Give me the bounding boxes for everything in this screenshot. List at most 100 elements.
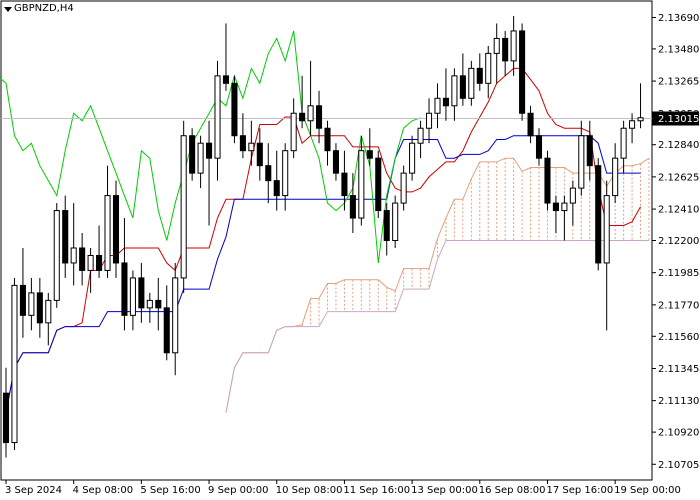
candle-bear bbox=[299, 112, 306, 122]
candle-bear bbox=[544, 157, 551, 204]
x-tick-label: 10 Sep 08:00 bbox=[276, 485, 343, 496]
x-tick-label: 17 Sep 16:00 bbox=[546, 485, 613, 496]
candle-bear bbox=[2, 392, 10, 444]
x-tick-label: 13 Sep 00:00 bbox=[411, 485, 478, 496]
current-price-tag-label: 2.13015 bbox=[658, 114, 699, 125]
candle-bear bbox=[341, 172, 348, 197]
candle-bear bbox=[79, 247, 86, 271]
candle-bull bbox=[45, 299, 52, 324]
y-tick-label: 2.12840 bbox=[658, 140, 699, 151]
candle-bull bbox=[214, 75, 221, 159]
candle-bear bbox=[519, 30, 526, 114]
candle-bull bbox=[425, 112, 433, 129]
candle-bull bbox=[358, 150, 365, 219]
y-tick-label: 2.11985 bbox=[658, 268, 699, 279]
candle-bear bbox=[96, 254, 103, 271]
candle-bear bbox=[62, 210, 69, 264]
y-tick-label: 2.12625 bbox=[658, 172, 699, 183]
x-tick-label: 16 Sep 08:00 bbox=[479, 485, 546, 496]
candle-bull bbox=[70, 247, 77, 264]
candle-bear bbox=[36, 292, 43, 324]
candle-bull bbox=[603, 195, 610, 264]
candle-bear bbox=[138, 277, 145, 309]
candle-bear bbox=[206, 142, 213, 159]
candle-bear bbox=[273, 180, 280, 197]
candle-bull bbox=[629, 120, 636, 129]
candle-bear bbox=[527, 112, 534, 137]
candle-bear bbox=[316, 105, 323, 129]
candle-bear bbox=[265, 165, 272, 182]
y-tick-label: 2.11770 bbox=[658, 300, 699, 311]
candle-bull bbox=[409, 142, 416, 174]
candle-bear bbox=[459, 75, 466, 99]
candle-bear bbox=[349, 195, 356, 219]
candle-bull bbox=[637, 117, 644, 122]
chart-container: 2.136902.134802.132652.130502.128402.126… bbox=[0, 0, 700, 500]
candle-bull bbox=[485, 52, 492, 84]
candle-bear bbox=[112, 195, 120, 264]
candle-bear bbox=[502, 37, 509, 62]
candle-bull bbox=[620, 127, 627, 159]
candle-bear bbox=[121, 262, 128, 316]
candle-bear bbox=[586, 135, 593, 167]
candle-bear bbox=[375, 157, 382, 212]
y-tick-label: 2.11345 bbox=[658, 364, 699, 375]
candle-bull bbox=[172, 277, 179, 354]
candle-bear bbox=[442, 97, 449, 107]
y-tick-label: 2.13265 bbox=[658, 77, 699, 88]
candle-bull bbox=[561, 202, 568, 212]
candle-bull bbox=[180, 135, 187, 279]
y-tick-label: 2.11560 bbox=[658, 332, 699, 343]
y-tick-label: 2.12200 bbox=[658, 236, 699, 247]
candle-bear bbox=[222, 75, 230, 84]
candle-bull bbox=[146, 299, 153, 309]
x-tick-label: 19 Sep 00:00 bbox=[614, 485, 681, 496]
candle-bull bbox=[417, 127, 424, 144]
candle-bull bbox=[87, 254, 94, 271]
senkou-span-a-line bbox=[225, 157, 650, 413]
candle-bear bbox=[476, 67, 483, 84]
symbol-label: GBPNZD,H4 bbox=[14, 3, 74, 14]
candle-bull bbox=[434, 97, 441, 114]
chart-svg: 2.136902.134802.132652.130502.128402.126… bbox=[0, 0, 699, 496]
senkou-span-b-line bbox=[225, 240, 649, 413]
candle-bull bbox=[493, 37, 500, 54]
candle-bull bbox=[197, 142, 204, 174]
candle-bull bbox=[290, 112, 297, 152]
symbol-triangle-icon[interactable] bbox=[4, 7, 12, 12]
candle-bear bbox=[163, 307, 170, 354]
candle-bull bbox=[11, 284, 18, 444]
candle-bear bbox=[324, 127, 331, 152]
candle-bull bbox=[282, 150, 289, 197]
candle-bear bbox=[383, 210, 390, 241]
y-tick-label: 2.10705 bbox=[658, 460, 699, 471]
candle-bull bbox=[578, 135, 585, 189]
candle-bear bbox=[189, 135, 196, 174]
candle-bear bbox=[366, 150, 373, 159]
y-tick-label: 2.10920 bbox=[658, 428, 699, 439]
candle-bull bbox=[392, 202, 399, 241]
y-tick-label: 2.11130 bbox=[658, 396, 699, 407]
candle-bull bbox=[400, 172, 407, 204]
y-tick-label: 2.13690 bbox=[658, 13, 699, 24]
candle-bull bbox=[612, 157, 619, 197]
candle-bear bbox=[239, 135, 246, 152]
x-tick-label: 5 Sep 16:00 bbox=[140, 485, 200, 496]
candle-bear bbox=[256, 142, 263, 167]
candle-bear bbox=[19, 284, 26, 316]
x-tick-label: 11 Sep 16:00 bbox=[343, 485, 410, 496]
candle-bear bbox=[155, 299, 162, 309]
x-tick-label: 3 Sep 2024 bbox=[5, 485, 62, 496]
candle-bull bbox=[468, 67, 475, 99]
candle-bull bbox=[451, 75, 458, 107]
candle-bull bbox=[569, 187, 576, 204]
candle-bull bbox=[53, 210, 60, 301]
candle-bull bbox=[248, 142, 255, 152]
x-tick-label: 4 Sep 08:00 bbox=[73, 485, 133, 496]
candle-bull bbox=[104, 195, 111, 271]
candle-bear bbox=[595, 165, 602, 264]
y-tick-label: 2.12410 bbox=[658, 205, 699, 216]
candle-bear bbox=[231, 82, 238, 137]
candle-bull bbox=[307, 105, 314, 122]
candle-bull bbox=[129, 277, 136, 316]
